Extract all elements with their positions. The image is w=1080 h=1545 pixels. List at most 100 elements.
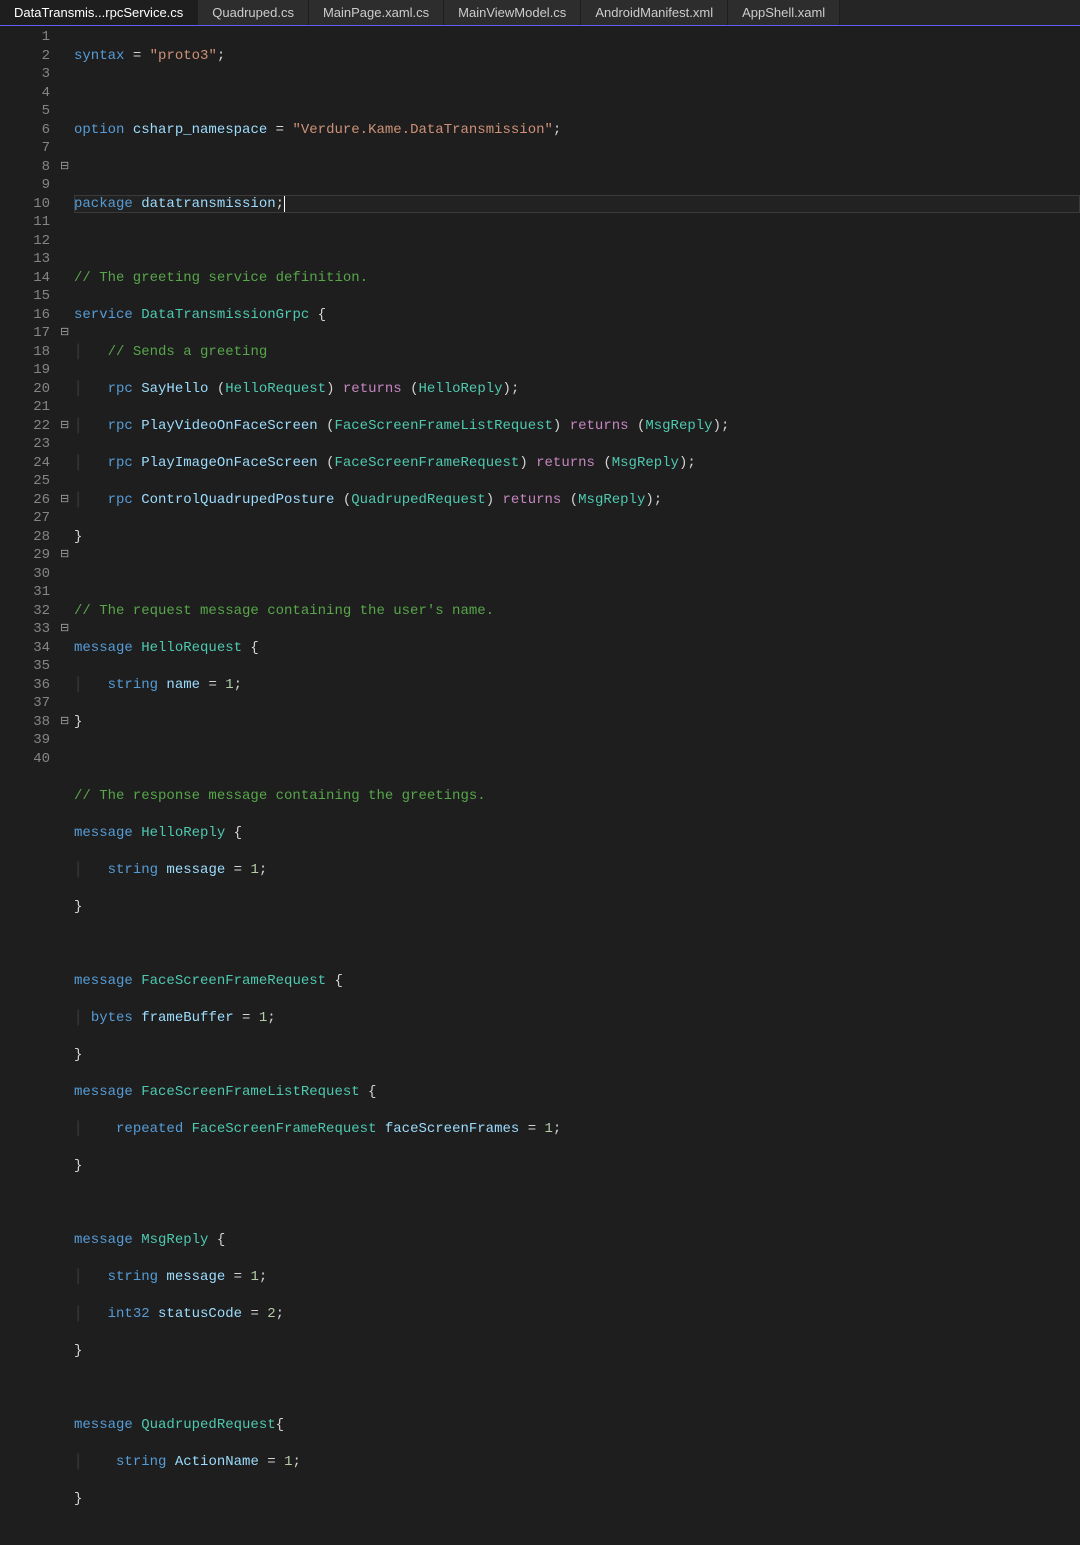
line-number: 21 — [0, 398, 50, 417]
fold-blank — [60, 435, 74, 454]
fold-blank — [60, 472, 74, 491]
line-number: 15 — [0, 287, 50, 306]
code-editor[interactable]: 1234567891011121314151617181920212223242… — [0, 26, 1080, 787]
fold-blank — [60, 195, 74, 214]
fold-blank — [60, 65, 74, 84]
line-number: 32 — [0, 602, 50, 621]
line-number: 14 — [0, 269, 50, 288]
comment: // The response message containing the g… — [74, 788, 486, 804]
fold-blank — [60, 213, 74, 232]
fold-blank — [60, 287, 74, 306]
line-number: 28 — [0, 528, 50, 547]
tab-appshell[interactable]: AppShell.xaml — [728, 0, 840, 25]
rpc-method: PlayImageOnFaceScreen — [133, 455, 326, 471]
line-number: 26 — [0, 491, 50, 510]
fold-toggle-icon[interactable]: ⊟ — [60, 491, 74, 510]
line-number: 10 — [0, 195, 50, 214]
line-number: 37 — [0, 694, 50, 713]
fold-blank — [60, 639, 74, 658]
line-number-gutter: 1234567891011121314151617181920212223242… — [0, 26, 60, 787]
line-number: 1 — [0, 28, 50, 47]
fold-blank — [60, 731, 74, 750]
fold-blank — [60, 47, 74, 66]
rpc-method: PlayVideoOnFaceScreen — [133, 418, 326, 434]
line-number: 5 — [0, 102, 50, 121]
line-number: 25 — [0, 472, 50, 491]
line-number: 7 — [0, 139, 50, 158]
line-number: 31 — [0, 583, 50, 602]
line-number: 36 — [0, 676, 50, 695]
line-number: 23 — [0, 435, 50, 454]
keyword-message: message — [74, 640, 133, 656]
keyword-option: option — [74, 122, 124, 138]
line-number: 19 — [0, 361, 50, 380]
line-number: 29 — [0, 546, 50, 565]
comment: // Sends a greeting — [91, 344, 267, 360]
line-number: 33 — [0, 620, 50, 639]
line-number: 20 — [0, 380, 50, 399]
fold-toggle-icon[interactable]: ⊟ — [60, 620, 74, 639]
rpc-method: ControlQuadrupedPosture — [133, 492, 343, 508]
line-number: 8 — [0, 158, 50, 177]
tab-mainpage[interactable]: MainPage.xaml.cs — [309, 0, 444, 25]
tab-datatransmission[interactable]: DataTransmis...rpcService.cs — [0, 0, 198, 25]
fold-toggle-icon[interactable]: ⊟ — [60, 417, 74, 436]
line-number: 30 — [0, 565, 50, 584]
line-number: 40 — [0, 750, 50, 769]
fold-blank — [60, 528, 74, 547]
fold-blank — [60, 509, 74, 528]
line-number: 12 — [0, 232, 50, 251]
fold-blank — [60, 121, 74, 140]
line-number: 9 — [0, 176, 50, 195]
fold-blank — [60, 84, 74, 103]
fold-blank — [60, 250, 74, 269]
fold-blank — [60, 176, 74, 195]
fold-toggle-icon[interactable]: ⊟ — [60, 546, 74, 565]
line-number: 3 — [0, 65, 50, 84]
fold-blank — [60, 583, 74, 602]
keyword-service: service — [74, 307, 133, 323]
tab-mainviewmodel[interactable]: MainViewModel.cs — [444, 0, 581, 25]
line-number: 4 — [0, 84, 50, 103]
comment: // The greeting service definition. — [74, 270, 368, 286]
line-number: 2 — [0, 47, 50, 66]
line-number: 34 — [0, 639, 50, 658]
line-number: 18 — [0, 343, 50, 362]
rpc-method: SayHello — [133, 381, 217, 397]
fold-blank — [60, 565, 74, 584]
code-area[interactable]: syntax = "proto3"; option csharp_namespa… — [74, 26, 1080, 787]
string-literal: "Verdure.Kame.DataTransmission" — [292, 122, 552, 138]
keyword-package: package — [74, 196, 133, 212]
fold-blank — [60, 398, 74, 417]
string-literal: "proto3" — [150, 48, 217, 64]
type-name: DataTransmissionGrpc — [133, 307, 309, 323]
line-number: 16 — [0, 306, 50, 325]
fold-toggle-icon[interactable]: ⊟ — [60, 158, 74, 177]
fold-blank — [60, 750, 74, 769]
keyword-syntax: syntax — [74, 48, 124, 64]
fold-blank — [60, 454, 74, 473]
line-number: 38 — [0, 713, 50, 732]
fold-blank — [60, 232, 74, 251]
fold-blank — [60, 676, 74, 695]
line-number: 22 — [0, 417, 50, 436]
fold-blank — [60, 361, 74, 380]
tab-quadruped[interactable]: Quadruped.cs — [198, 0, 309, 25]
fold-blank — [60, 657, 74, 676]
fold-gutter[interactable]: ⊟ ⊟ ⊟ ⊟ ⊟ ⊟ ⊟ — [60, 26, 74, 787]
line-number: 27 — [0, 509, 50, 528]
tab-androidmanifest[interactable]: AndroidManifest.xml — [581, 0, 728, 25]
fold-blank — [60, 28, 74, 47]
line-number: 35 — [0, 657, 50, 676]
fold-toggle-icon[interactable]: ⊟ — [60, 324, 74, 343]
fold-blank — [60, 306, 74, 325]
comment: // The request message containing the us… — [74, 603, 494, 619]
fold-toggle-icon[interactable]: ⊟ — [60, 713, 74, 732]
line-number: 17 — [0, 324, 50, 343]
current-line: package datatransmission; — [74, 195, 1080, 214]
line-number: 13 — [0, 250, 50, 269]
fold-blank — [60, 380, 74, 399]
line-number: 6 — [0, 121, 50, 140]
fold-blank — [60, 694, 74, 713]
fold-blank — [60, 102, 74, 121]
